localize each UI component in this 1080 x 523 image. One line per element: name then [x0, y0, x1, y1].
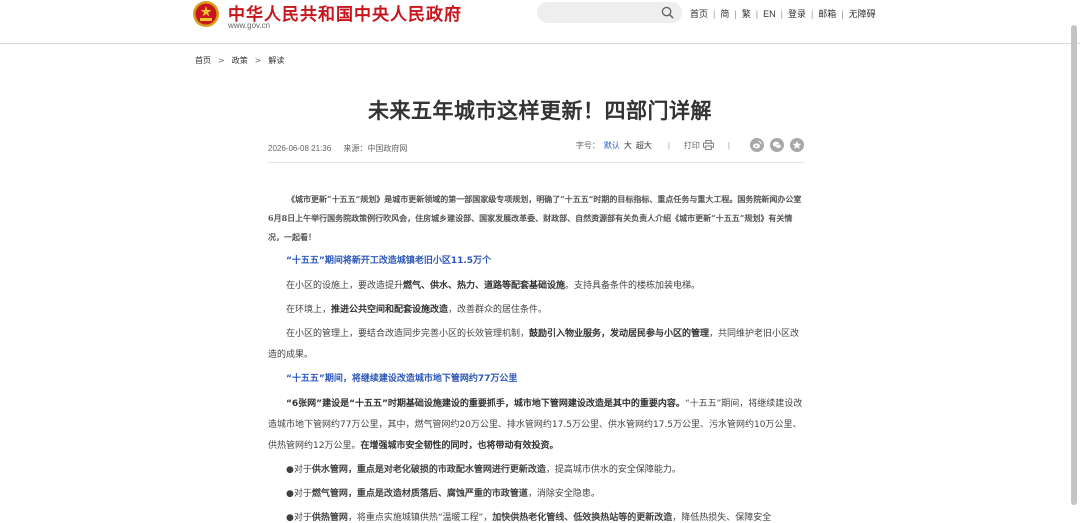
breadcrumb-interpretation[interactable]: 解读 — [268, 55, 284, 66]
list-item: ●对于燃气管网，重点是改造材质落后、腐蚀严重的市政管道，消除安全隐患。 — [268, 484, 804, 505]
article-meta: 2026-06-08 21:36 来源：中国政府网 字号： 默认 大 超大 | … — [268, 138, 804, 157]
text: 在环境上， — [286, 305, 332, 315]
font-size-default[interactable]: 默认 — [604, 140, 620, 151]
breadcrumb-separator: > — [254, 56, 262, 65]
print-icon[interactable] — [702, 140, 714, 150]
nav-home[interactable]: 首页 — [690, 7, 708, 20]
publish-datetime: 2026-06-08 21:36 — [268, 144, 332, 153]
nav-simplified[interactable]: 简 — [720, 7, 729, 20]
breadcrumb: 首页 > 政策 > 解读 — [195, 55, 284, 66]
breadcrumb-home[interactable]: 首页 — [195, 55, 211, 66]
source-label: 来源： — [343, 144, 368, 153]
meta-info: 2026-06-08 21:36 来源：中国政府网 — [268, 143, 407, 154]
text: 。支持具备条件的楼栋加装电梯。 — [565, 281, 701, 291]
bold-text: 加快供热老化管线、低效换热站等的更新改造 — [492, 513, 673, 523]
nav-divider: | — [713, 8, 716, 19]
nav-mail[interactable]: 邮箱 — [818, 7, 836, 20]
bold-text: 燃气管网，重点是改造材质落后、腐蚀严重的市政管道 — [311, 489, 528, 499]
nav-english[interactable]: EN — [763, 9, 776, 19]
list-item: ●对于供热管网，将重点实施城镇供热“温暖工程”，加快供热老化管线、低效换热站等的… — [268, 508, 804, 523]
wechat-icon[interactable] — [770, 138, 784, 152]
search-icon[interactable] — [661, 6, 674, 19]
nav-traditional[interactable]: 繁 — [742, 7, 751, 20]
paragraph: 在小区的管理上，要结合改造同步完善小区的长效管理机制，鼓励引入物业服务，发动居民… — [268, 324, 804, 366]
font-size-xlarge[interactable]: 超大 — [636, 140, 652, 151]
text: ，将重点实施城镇供热“温暖工程”， — [347, 513, 493, 523]
section-heading: “十五五”期间，将继续建设改造城市地下管网约77万公里 — [286, 374, 518, 384]
site-header: 中华人民共和国中央人民政府 www.gov.cn 首页 | 简 | 繁 | EN… — [0, 0, 1080, 44]
tools-divider: | — [667, 140, 670, 150]
text: ，提高城市供水的安全保障能力。 — [545, 465, 681, 475]
font-size-label: 字号： — [575, 140, 600, 150]
intro-paragraph: 《城市更新“十五五”规划》是城市更新领域的第一部国家级专项规划，明确了“十五五”… — [268, 194, 802, 242]
bold-text: 鼓励引入物业服务，发动居民参与小区的管理 — [529, 329, 710, 339]
qzone-icon[interactable] — [790, 138, 804, 152]
bold-text: 燃气、供水、热力、道路等配套基础设施 — [403, 281, 566, 291]
nav-divider: | — [734, 8, 737, 19]
source-name: 中国政府网 — [367, 144, 408, 153]
text: ，改善群众的居住条件。 — [448, 305, 548, 315]
paragraph: 在小区的设施上，要改造提升燃气、供水、热力、道路等配套基础设施。支持具备条件的楼… — [268, 276, 804, 297]
print-button[interactable]: 打印 — [684, 140, 700, 151]
section-heading: “十五五”期间将新开工改造城镇老旧小区11.5万个 — [286, 256, 492, 266]
text: 在小区的设施上，要改造提升 — [286, 281, 404, 291]
breadcrumb-policy[interactable]: 政策 — [232, 55, 248, 66]
meta-divider — [268, 162, 804, 163]
font-size-large[interactable]: 大 — [624, 140, 632, 151]
text: ，降低热损失、保障安全 — [672, 513, 772, 523]
text: 在小区的管理上，要结合改造同步完善小区的长效管理机制， — [286, 329, 530, 339]
nav-login[interactable]: 登录 — [788, 7, 806, 20]
bold-text: 在增强城市安全韧性的同时，也将带动有效投资。 — [360, 441, 559, 451]
national-emblem-icon[interactable] — [192, 0, 220, 28]
bullet-text: ●对于 — [286, 465, 312, 475]
nav-divider: | — [810, 8, 814, 19]
nav-divider: | — [841, 8, 844, 19]
list-item: ●对于供水管网，重点是对老化破损的市政配水管网进行更新改造，提高城市供水的安全保… — [268, 460, 804, 481]
nav-divider: | — [755, 8, 759, 19]
bullet-text: ●对于 — [286, 513, 312, 523]
bold-text: 供水管网，重点是对老化破损的市政配水管网进行更新改造 — [311, 465, 546, 475]
article-title: 未来五年城市这样更新！四部门详解 — [368, 99, 712, 123]
nav-divider: | — [780, 8, 783, 19]
paragraph: “6张网”建设是“十五五”时期基础设施建设的重要抓手，城市地下管网建设改造是其中… — [268, 394, 804, 457]
bold-text: 推进公共空间和配套设施改造 — [331, 305, 449, 315]
site-url: www.gov.cn — [228, 21, 271, 30]
article-tools: 字号： 默认 大 超大 | 打印 | — [576, 138, 804, 152]
nav-accessibility[interactable]: 无障碍 — [849, 7, 876, 20]
text: ，消除安全隐患。 — [527, 489, 600, 499]
bullet-text: ●对于 — [286, 489, 312, 499]
paragraph: 在环境上，推进公共空间和配套设施改造，改善群众的居住条件。 — [268, 300, 804, 321]
article-body: 《城市更新“十五五”规划》是城市更新领域的第一部国家级专项规划，明确了“十五五”… — [268, 190, 804, 523]
bold-text: 供热管网 — [311, 513, 348, 523]
search-input[interactable] — [537, 2, 682, 23]
weibo-icon[interactable] — [750, 138, 764, 152]
tools-divider: | — [727, 140, 730, 150]
top-nav: 首页 | 简 | 繁 | EN | 登录 | 邮箱 | 无障碍 — [690, 7, 876, 20]
breadcrumb-separator: > — [218, 56, 225, 65]
bold-text: “6张网”建设是“十五五”时期基础设施建设的重要抓手，城市地下管网建设改造是其中… — [286, 399, 685, 409]
